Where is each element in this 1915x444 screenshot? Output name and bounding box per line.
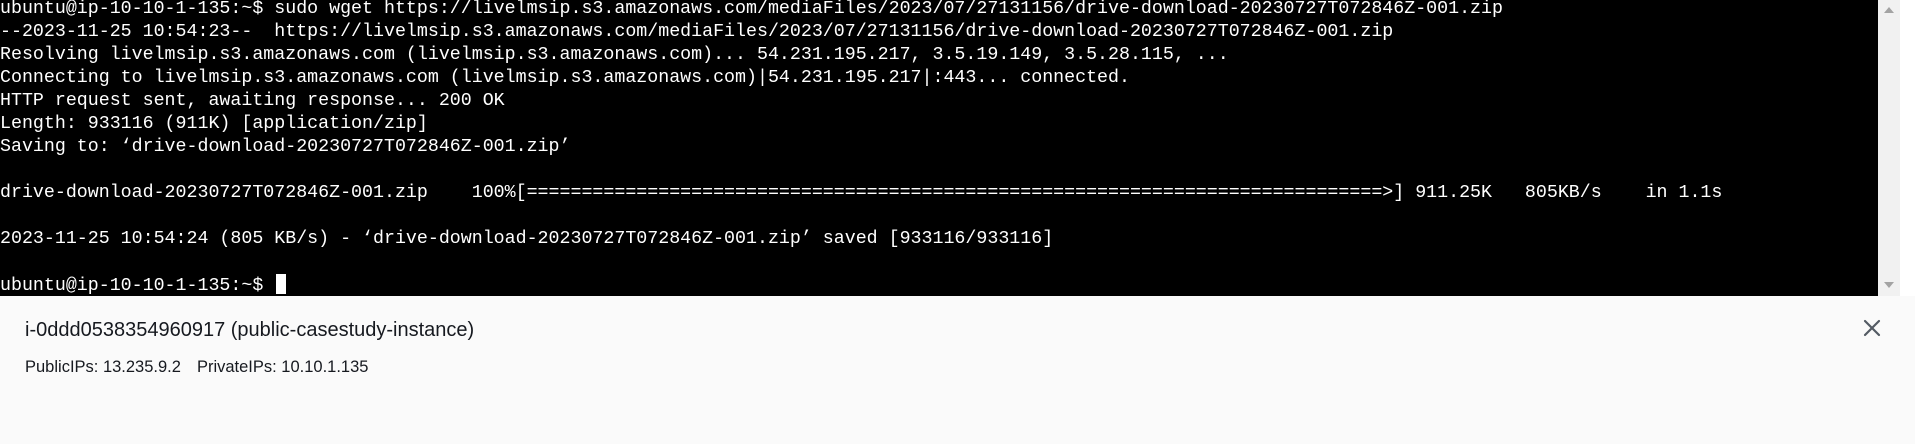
close-button[interactable] [1860, 316, 1884, 340]
terminal-line: Resolving livelmsip.s3.amazonaws.com (li… [0, 45, 1229, 65]
terminal-line: Saving to: ‘drive-download-20230727T0728… [0, 137, 571, 157]
private-ips: PrivateIPs: 10.10.1.135 [196, 358, 369, 376]
terminal-output: ubuntu@ip-10-10-1-135:~$ sudo wget https… [0, 0, 1722, 296]
scroll-up-arrow-icon[interactable] [1884, 7, 1894, 13]
close-icon [1863, 319, 1881, 337]
scroll-down-arrow-icon[interactable] [1884, 282, 1894, 288]
instance-ip-row: PublicIPs: 13.235.9.2 PrivateIPs: 10.10.1… [25, 358, 368, 377]
terminal-prompt-line[interactable]: ubuntu@ip-10-10-1-135:~$ [0, 274, 1722, 296]
terminal-cursor [276, 274, 287, 294]
terminal-line: --2023-11-25 10:54:23-- https://livelmsi… [0, 22, 1394, 42]
terminal-line: drive-download-20230727T072846Z-001.zip … [0, 183, 1723, 203]
instance-title: i-0ddd0538354960917 (public-casestudy-in… [25, 319, 475, 341]
terminal-line: HTTP request sent, awaiting response... … [0, 91, 505, 111]
window-edge [1900, 0, 1915, 296]
terminal-prompt: ubuntu@ip-10-10-1-135:~$ [0, 276, 275, 296]
terminal-line: 2023-11-25 10:54:24 (805 KB/s) - ‘drive-… [0, 229, 1054, 249]
terminal-window[interactable]: ubuntu@ip-10-10-1-135:~$ sudo wget https… [0, 0, 1878, 296]
terminal-line: Length: 933116 (911K) [application/zip] [0, 114, 428, 134]
terminal-line: Connecting to livelmsip.s3.amazonaws.com… [0, 68, 1130, 88]
terminal-scrollbar[interactable] [1878, 0, 1900, 296]
instance-info-panel: i-0ddd0538354960917 (public-casestudy-in… [0, 296, 1915, 444]
public-ips: PublicIPs: 13.235.9.2 [25, 358, 181, 376]
terminal-line: ubuntu@ip-10-10-1-135:~$ sudo wget https… [0, 0, 1503, 19]
